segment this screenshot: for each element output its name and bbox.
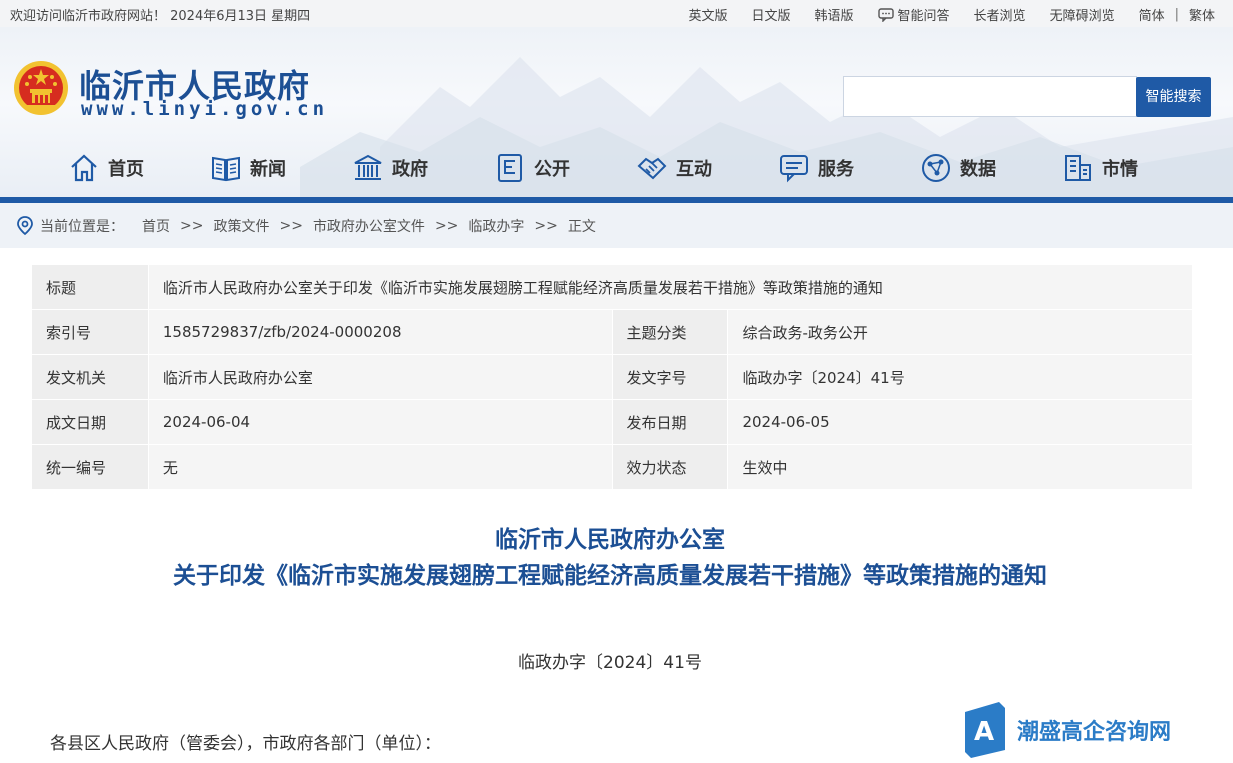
nav-item-news[interactable]: 新闻 [210,152,286,184]
link-traditional[interactable]: 繁体 [1189,5,1215,24]
cell-value: 2024-06-05 [727,399,1193,445]
breadcrumb-current: 正文 [567,219,596,235]
site-url: www.linyi.gov.cn [81,98,329,120]
link-simplified[interactable]: 简体 [1139,5,1165,24]
watermark-logo-icon: A [965,702,1005,758]
nav-label: 新闻 [250,159,286,180]
cell-value: 临政办字〔2024〕41号 [727,354,1193,400]
nav-label: 首页 [108,159,144,180]
watermark-text: 潮盛高企咨询网 [1017,719,1172,745]
welcome-text: 欢迎访问临沂市政府网站！ 2024年6月13日 星期四 [10,9,311,24]
document-title-line2: 关于印发《临沂市实施发展翅膀工程赋能经济高质量发展若干措施》等政策措施的通知 [173,563,1047,589]
nav-item-city-info[interactable]: 市情 [1062,152,1138,184]
cell-label: 发文字号 [611,354,729,400]
nav-item-interaction[interactable]: 互动 [636,152,712,184]
nav-label: 市情 [1102,159,1138,180]
home-icon [71,154,97,182]
table-row: 统一编号 无 效力状态 生效中 [31,444,1193,490]
top-bar: 欢迎访问临沂市政府网站！ 2024年6月13日 星期四 英文版 日文版 韩语版 … [0,0,1233,27]
nav-label: 政府 [392,159,428,180]
link-smart-qa-label: 智能问答 [897,9,950,24]
nav-item-data[interactable]: 数据 [920,152,996,184]
cell-value: 2024-06-04 [147,399,613,445]
government-building-icon [354,154,382,180]
breadcrumb-policy-files[interactable]: 政策文件 [213,216,269,236]
lang-separator: | [1174,7,1179,22]
nav-label: 数据 [960,159,996,180]
breadcrumb-separator: >> [279,218,303,234]
cell-label: 发文机关 [31,354,149,400]
watermark-logo-letter: A [974,717,994,747]
breadcrumb-separator: >> [534,218,558,234]
breadcrumb-separator: >> [180,218,204,234]
top-links: 英文版 日文版 韩语版 智能问答 长者浏览 无障碍浏览 简体 | 繁体 [664,5,1215,24]
table-row: 索引号 1585729837/zfb/2024-0000208 主题分类 综合政… [31,309,1193,355]
link-elder-browse[interactable]: 长者浏览 [974,5,1026,24]
national-emblem-icon [14,61,68,115]
cell-value: 综合政务-政务公开 [727,309,1193,355]
cell-label: 统一编号 [31,444,149,490]
location-pin-icon [17,216,33,236]
chat-icon [877,7,894,22]
document-number: 临政办字〔2024〕41号 [518,653,702,673]
cell-label: 效力状态 [611,444,729,490]
service-chat-icon [780,155,808,183]
main-nav: 首页 新闻 政府 公开 互动 服务 数据 市情 [0,145,1233,195]
nav-label: 公开 [534,159,570,180]
document-title-line1: 临沂市人民政府办公室 [495,527,725,553]
breadcrumb-category[interactable]: 临政办字 [468,216,524,236]
watermark: A 潮盛高企咨询网 [965,702,1171,758]
link-english[interactable]: 英文版 [688,5,727,24]
cell-value: 无 [147,444,613,490]
cell-value: 生效中 [727,444,1193,490]
site-header: 临沂市人民政府 www.linyi.gov.cn 智能搜索 首页 新闻 政府 公… [0,27,1233,198]
cell-label: 成文日期 [31,399,149,445]
link-japanese[interactable]: 日文版 [752,5,791,24]
breadcrumb-office-files[interactable]: 市政府办公室文件 [313,216,425,236]
nav-item-government[interactable]: 政府 [352,152,428,184]
title-value: 临沂市人民政府办公室关于印发《临沂市实施发展翅膀工程赋能经济高质量发展若干措施》… [147,264,1194,310]
nav-item-open[interactable]: 公开 [494,152,570,184]
document-icon [498,154,522,182]
breadcrumb-prefix: 当前位置是： [40,219,124,235]
breadcrumb-home[interactable]: 首页 [142,216,170,236]
search-button[interactable]: 智能搜索 [1136,77,1211,117]
cell-label: 索引号 [31,309,149,355]
nav-item-home[interactable]: 首页 [68,152,144,184]
table-row: 成文日期 2024-06-04 发布日期 2024-06-05 [31,399,1193,445]
link-smart-qa[interactable]: 智能问答 [877,5,950,24]
document-salutation: 各县区人民政府（管委会），市政府各部门（单位）： [50,734,441,754]
news-icon [212,156,240,182]
cell-value: 1585729837/zfb/2024-0000208 [147,309,613,355]
cell-label: 主题分类 [611,309,729,355]
handshake-icon [637,157,667,180]
document-title: 临沂市人民政府办公室 关于印发《临沂市实施发展翅膀工程赋能经济高质量发展若干措施… [0,522,1220,594]
nav-item-service[interactable]: 服务 [778,152,854,184]
link-accessible-browse[interactable]: 无障碍浏览 [1050,5,1115,24]
breadcrumb-separator: >> [434,218,459,234]
document-info-table: 标题 临沂市人民政府办公室关于印发《临沂市实施发展翅膀工程赋能经济高质量发展若干… [31,264,1194,490]
city-buildings-icon [1065,155,1091,181]
table-row: 发文机关 临沂市人民政府办公室 发文字号 临政办字〔2024〕41号 [31,354,1193,400]
link-korean[interactable]: 韩语版 [815,5,854,24]
nav-label: 服务 [818,159,854,180]
cell-label: 发布日期 [611,399,729,445]
breadcrumb: 当前位置是： 首页 >> 政策文件 >> 市政府办公室文件 >> 临政办字 >>… [0,203,1233,248]
table-row: 标题 临沂市人民政府办公室关于印发《临沂市实施发展翅膀工程赋能经济高质量发展若干… [31,264,1194,310]
cell-value: 临沂市人民政府办公室 [147,354,613,400]
title-label: 标题 [31,264,149,310]
nav-label: 互动 [676,159,712,180]
data-icon [922,154,950,182]
search-input[interactable] [843,76,1137,117]
